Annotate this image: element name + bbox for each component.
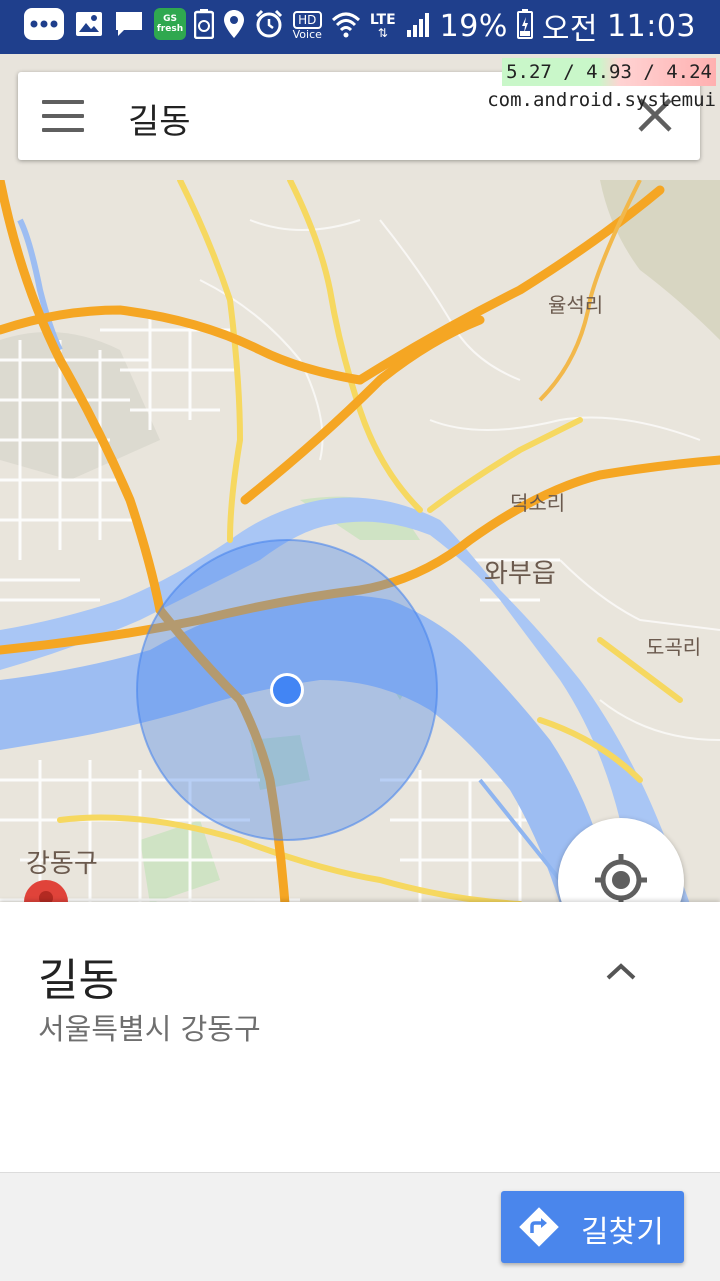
map-label-ulseok: 율석리 <box>548 293 603 317</box>
gallery-icon <box>74 9 104 39</box>
battery-saver-icon <box>193 9 214 43</box>
status-time: 11:03 <box>607 8 696 44</box>
place-sheet[interactable]: 길동 서울특별시 강동구 <box>0 902 720 1172</box>
map-label-deokso: 덕소리 <box>510 491 565 515</box>
directions-button[interactable]: 길찾기 <box>501 1191 684 1263</box>
signal-icon <box>405 10 431 42</box>
lte-icon: LTE ⇅ <box>369 12 396 40</box>
more-icon <box>24 8 64 40</box>
menu-icon[interactable] <box>42 100 84 134</box>
map-canvas[interactable]: 율석리 덕소리 와부읍 도곡리 강동구 <box>0 180 720 904</box>
place-title: 길동 <box>38 955 119 1006</box>
directions-icon <box>519 1207 559 1247</box>
location-dot <box>273 676 301 704</box>
map-label-wabu: 와부읍 <box>484 559 556 589</box>
status-ampm: 오전 <box>541 12 599 47</box>
debug-overlay: 5.27 / 4.93 / 4.24 com.android.systemui <box>487 58 716 114</box>
place-address: 서울특별시 강동구 <box>38 1012 261 1046</box>
map-view[interactable]: 율석리 덕소리 와부읍 도곡리 강동구 <box>0 180 720 904</box>
map-label-dogok: 도곡리 <box>646 635 701 659</box>
wifi-icon <box>331 10 361 42</box>
search-query[interactable]: 길동 <box>128 94 191 143</box>
chevron-up-icon[interactable] <box>604 960 638 984</box>
location-icon <box>223 9 245 43</box>
battery-percent: 19% <box>439 8 508 44</box>
gs-fresh-icon: GS fresh <box>154 8 186 40</box>
hd-voice-icon: HD Voice <box>292 11 322 41</box>
message-icon <box>114 9 144 39</box>
battery-icon <box>516 9 533 43</box>
map-label-gangdong: 강동구 <box>26 849 98 879</box>
load-average: 5.27 / 4.93 / 4.24 <box>502 58 716 86</box>
process-name: com.android.systemui <box>487 89 716 111</box>
alarm-icon <box>254 9 284 43</box>
bottom-action-bar: 길찾기 <box>0 1172 720 1281</box>
status-bar: GS fresh HD Voice LTE ⇅ 19% 오전 11:03 <box>0 0 720 54</box>
directions-label: 길찾기 <box>581 1215 664 1250</box>
